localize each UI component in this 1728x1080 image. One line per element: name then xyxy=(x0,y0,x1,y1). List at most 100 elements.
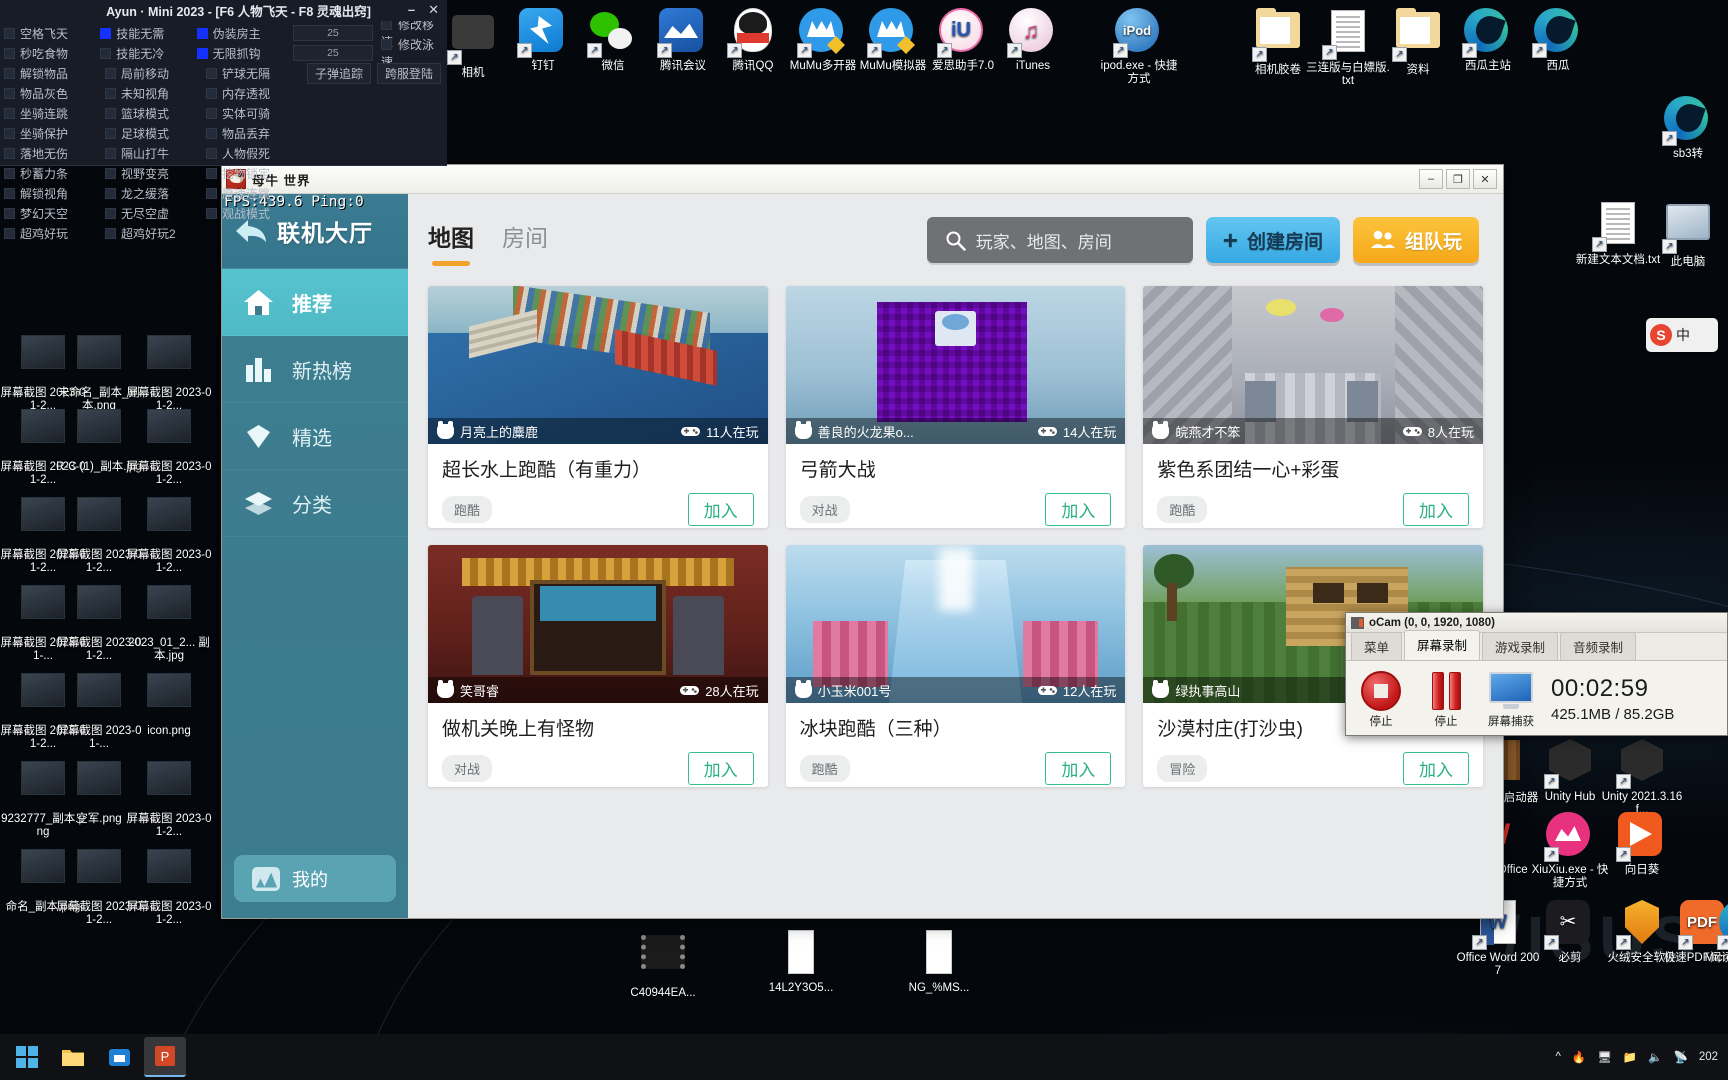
desktop-icon[interactable]: iPodipod.exe - 快捷方式 xyxy=(1096,8,1182,86)
cheat-checkbox[interactable] xyxy=(105,127,116,139)
cheat-option[interactable]: 隔山打牛 xyxy=(105,145,206,162)
cheat-option[interactable]: 无尽空虚 xyxy=(105,205,206,222)
tab-2[interactable]: 房间 xyxy=(502,219,548,266)
cheat-checkbox[interactable] xyxy=(4,47,15,59)
desktop-icon[interactable]: icon.png xyxy=(126,668,212,738)
cheat-option[interactable]: 龙之缓落 xyxy=(105,185,206,202)
cheat-option[interactable]: 铲球无隔 xyxy=(206,65,307,82)
game-close-button[interactable]: ✕ xyxy=(1473,169,1497,189)
cheat-checkbox[interactable] xyxy=(206,207,217,219)
join-button[interactable]: 加入 xyxy=(1402,752,1469,785)
cheat-checkbox[interactable] xyxy=(206,127,217,139)
cheat-option[interactable]: 超鸡好玩 xyxy=(4,225,105,242)
cheat-checkbox[interactable] xyxy=(206,187,217,199)
volume-icon[interactable]: 🔈 xyxy=(1648,1050,1662,1064)
cheat-option[interactable]: 秒吃食物 xyxy=(4,45,100,62)
cheat-checkbox[interactable] xyxy=(206,107,217,119)
cheat-option[interactable]: 梦幻天空 xyxy=(4,205,105,222)
ocam-tab-2[interactable]: 屏幕录制 xyxy=(1404,630,1481,660)
desktop-icon[interactable]: 向日葵 xyxy=(1599,812,1685,877)
map-card[interactable]: 皖燕才不笨 8人在玩 紫色系团结一心+彩蛋 跑酷 加入 xyxy=(1143,286,1483,528)
taskbar-item-file-explorer[interactable] xyxy=(52,1037,94,1077)
desktop-icon[interactable]: 西瓜 xyxy=(1515,8,1601,73)
cheat-option[interactable]: 物品灰色 xyxy=(4,85,105,102)
map-card[interactable]: 善良的火龙果o... 14人在玩 弓箭大战 对战 加入 xyxy=(785,286,1126,528)
cheat-checkbox[interactable] xyxy=(4,127,15,139)
cheat-option[interactable]: 坐骑连跳 xyxy=(4,105,105,122)
join-button[interactable]: 加入 xyxy=(687,493,754,526)
cheat-tool-window[interactable]: Ayun · Mini 2023 - [F6 人物飞天 - F8 灵魂出窍] –… xyxy=(0,0,447,241)
desktop-icon[interactable]: Microsoft Edge xyxy=(1700,900,1728,965)
desktop-icon[interactable]: 屏幕截图 2023-01-2... xyxy=(126,330,212,413)
cheat-option[interactable]: 秒蓄力条 xyxy=(4,165,105,182)
map-card[interactable]: 小玉米001号 12人在玩 冰块跑酷（三种） 跑酷 加入 xyxy=(785,545,1126,787)
desktop-icon[interactable]: Unity 2021.3.16f... xyxy=(1599,738,1685,817)
ocam-tab-4[interactable]: 音频录制 xyxy=(1560,632,1637,660)
desktop-icon[interactable]: sb3转 xyxy=(1645,96,1728,161)
map-card[interactable]: 笑哥睿 28人在玩 做机关晚上有怪物 对战 加入 xyxy=(428,545,768,787)
join-button[interactable]: 加入 xyxy=(1402,493,1469,526)
cheat-checkbox[interactable] xyxy=(4,147,15,159)
ocam-recorder-window[interactable]: oCam (0, 0, 1920, 1080) 菜单 屏幕录制 游戏录制 音频录制 停… xyxy=(1345,612,1728,736)
cheat-checkbox[interactable] xyxy=(4,87,15,99)
monitor-icon[interactable]: 🖥 xyxy=(1597,1050,1612,1064)
game-maximize-button[interactable]: ❐ xyxy=(1446,169,1470,189)
flame-icon[interactable]: 🔥 xyxy=(1572,1050,1586,1064)
desktop-icon[interactable]: 2023_01_2... 副本.jpg xyxy=(126,580,212,663)
cheat-checkbox[interactable] xyxy=(4,67,15,79)
ocam-pause-button[interactable]: 停止 xyxy=(1419,669,1473,729)
join-button[interactable]: 加入 xyxy=(1045,752,1112,785)
cheat-checkbox[interactable] xyxy=(206,147,217,159)
cheat-option[interactable]: 挖物锁定 xyxy=(206,165,307,182)
cheat-option[interactable]: 技能无冷 xyxy=(100,45,196,62)
cheat-checkbox[interactable] xyxy=(206,167,217,179)
cheat-option[interactable]: 原速连跳 xyxy=(206,185,307,202)
map-card[interactable]: 月亮上的麋鹿 11人在玩 超长水上跑酷（有重力） 跑酷 加入 xyxy=(428,286,768,528)
cheat-option[interactable]: 内存透视 xyxy=(206,85,307,102)
cheat-checkbox[interactable] xyxy=(4,27,15,39)
ocam-stop-record-button[interactable]: 停止 xyxy=(1354,669,1408,729)
start-button[interactable] xyxy=(6,1037,48,1077)
cheat-checkbox[interactable] xyxy=(4,227,15,239)
cheat-action-button-0[interactable]: 子弹追踪 xyxy=(307,62,372,84)
cheat-minimize-button[interactable]: – xyxy=(408,2,415,18)
cheat-checkbox[interactable] xyxy=(196,27,208,39)
desktop-icon[interactable]: 屏幕截图 2023-01-2... xyxy=(126,756,212,839)
cheat-checkbox[interactable] xyxy=(206,67,217,79)
cheat-checkbox[interactable] xyxy=(4,167,15,179)
ocam-tab-1[interactable]: 菜单 xyxy=(1351,632,1403,660)
cheat-checkbox[interactable] xyxy=(206,87,217,99)
taskbar-clock[interactable]: 202 xyxy=(1699,1051,1718,1064)
cheat-checkbox[interactable] xyxy=(196,47,208,59)
cheat-option[interactable]: 篮球模式 xyxy=(105,105,206,122)
game-lobby-window[interactable]: 母牛 世界 – ❐ ✕ FPS:439.6 Ping:0 联机大厅 推荐 新热榜精… xyxy=(221,164,1504,919)
speed-value-field[interactable]: 25 xyxy=(292,25,374,41)
cheat-checkbox[interactable] xyxy=(4,107,15,119)
cheat-close-button[interactable]: ✕ xyxy=(428,2,439,18)
sidebar-item-2[interactable]: 新热榜 xyxy=(222,336,408,403)
cheat-option[interactable]: 人物假死 xyxy=(206,145,307,162)
ocam-tab-3[interactable]: 游戏录制 xyxy=(1482,632,1559,660)
cheat-option[interactable]: 解锁物品 xyxy=(4,65,105,82)
cheat-checkbox[interactable] xyxy=(381,39,393,50)
team-play-button[interactable]: 组队玩 xyxy=(1352,217,1479,263)
cheat-checkbox[interactable] xyxy=(4,187,15,199)
cheat-option[interactable]: 视野变亮 xyxy=(105,165,206,182)
desktop-icon[interactable]: 屏幕截图 2023-01-2... xyxy=(126,844,212,927)
cheat-option[interactable]: 坐骑保护 xyxy=(4,125,105,142)
cheat-option[interactable]: 空格飞天 xyxy=(4,25,100,42)
cheat-checkbox[interactable] xyxy=(105,207,116,219)
cheat-action-button-1[interactable]: 跨服登陆 xyxy=(377,62,442,84)
cheat-option[interactable]: 伪装房主 xyxy=(196,25,293,42)
cheat-option[interactable]: 局前移动 xyxy=(105,65,206,82)
ocam-screen-capture-button[interactable]: 屏幕捕获 xyxy=(1484,669,1538,729)
cheat-checkbox[interactable] xyxy=(4,207,15,219)
create-room-button[interactable]: + 创建房间 xyxy=(1205,217,1340,263)
cheat-checkbox[interactable] xyxy=(105,227,116,239)
desktop-icon[interactable]: 屏幕截图 2023-01-2... xyxy=(126,492,212,575)
cheat-option[interactable]: 超鸡好玩2 xyxy=(105,225,206,242)
cheat-option[interactable]: 未知视角 xyxy=(105,85,206,102)
cheat-option[interactable]: 实体可骑 xyxy=(206,105,307,122)
cheat-checkbox[interactable] xyxy=(105,87,116,99)
cheat-checkbox[interactable] xyxy=(105,67,116,79)
